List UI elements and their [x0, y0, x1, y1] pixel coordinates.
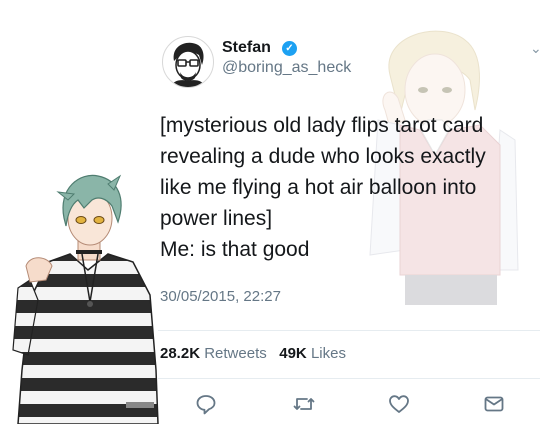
message-icon[interactable] [482, 392, 506, 416]
divider [158, 378, 540, 379]
tweet-line: Me: is that good [160, 238, 310, 261]
chevron-down-icon[interactable]: ⌄ [530, 40, 540, 57]
tweet-line: revealing a dude who looks exactly [160, 145, 486, 168]
cartoon-avatar-icon [171, 42, 205, 87]
retweets-stat[interactable]: 28.2K Retweets [160, 345, 267, 362]
verified-badge-icon: ✓ [282, 41, 297, 56]
tweet-timestamp[interactable]: 30/05/2015, 22:27 [160, 288, 281, 305]
tweet-text: [mysterious old lady flips tarot card re… [160, 110, 530, 265]
tweet-line: power lines] [160, 207, 273, 230]
likes-count: 49K [279, 345, 307, 362]
reply-icon[interactable] [194, 392, 218, 416]
likes-stat[interactable]: 49K Likes [279, 345, 346, 362]
avatar[interactable] [162, 36, 214, 88]
tweet-line: [mysterious old lady flips tarot card [160, 114, 484, 137]
retweet-icon[interactable] [292, 392, 316, 416]
anime-character-striped-sweater [12, 174, 159, 424]
divider [158, 330, 540, 331]
like-icon[interactable] [387, 392, 411, 416]
author-name[interactable]: Stefan [222, 39, 271, 57]
retweets-label: Retweets [204, 345, 267, 362]
tweet-stats: 28.2K Retweets 49K Likes [160, 345, 346, 362]
likes-label: Likes [310, 345, 346, 362]
author-handle[interactable]: @boring_as_heck [222, 59, 351, 77]
tweet-line: like me flying a hot air balloon into [160, 176, 477, 199]
